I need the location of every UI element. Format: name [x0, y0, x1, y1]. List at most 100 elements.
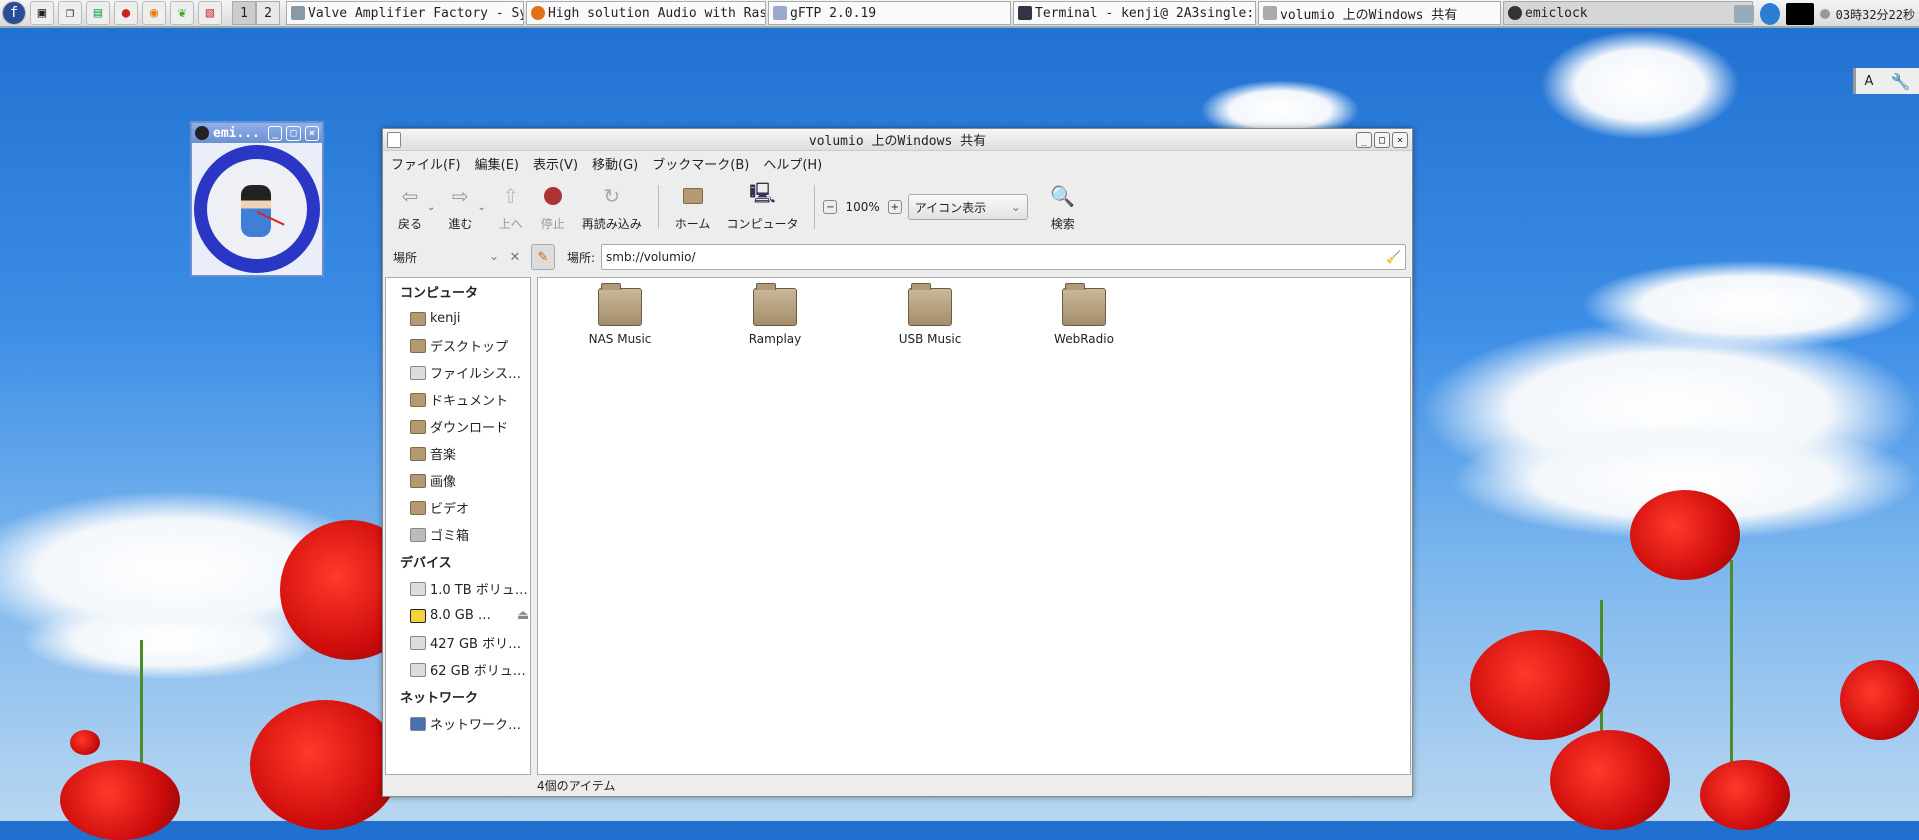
location-bar: 場所 ⌄ ✕ ✎ 場所: smb://volumio/ 🧹 — [383, 239, 1412, 275]
menu-help[interactable]: ヘルプ(H) — [763, 154, 822, 173]
desktop-folder-icon — [410, 338, 426, 353]
swirl-icon[interactable] — [1759, 3, 1780, 25]
computer-icon: 🖳 — [749, 180, 776, 205]
sidebar-item-62gb-volume[interactable]: 62 GB ボリュ… — [386, 656, 530, 683]
maximize-button[interactable]: □ — [286, 125, 301, 141]
home-button[interactable]: ホーム — [667, 177, 719, 237]
location-input[interactable]: smb://volumio/ 🧹 — [601, 244, 1406, 270]
clear-broom-icon[interactable]: 🧹 — [1386, 250, 1401, 264]
firefox-icon — [531, 6, 545, 20]
document-icon[interactable]: ▧ — [198, 1, 222, 25]
task-high-solution-audio[interactable]: High solution Audio with Ras... — [526, 1, 766, 25]
terminal-icon — [1018, 6, 1032, 20]
browser-icon[interactable]: ● — [114, 1, 138, 25]
search-button[interactable]: 🔍 検索 — [1042, 177, 1084, 237]
sidebar-item-label: kenji — [430, 311, 461, 326]
back-button[interactable]: ⇦ 戻る — [389, 177, 431, 237]
reload-button[interactable]: ↻ 再読み込み — [574, 177, 650, 237]
fedora-icon[interactable]: f — [2, 1, 26, 25]
eject-icon[interactable]: ⏏ — [517, 608, 529, 623]
sidebar-type-select[interactable]: 場所 ⌄ — [389, 249, 499, 266]
sidebar-item-1tb-volume[interactable]: 1.0 TB ボリュ… — [386, 575, 530, 602]
zoom-out-button[interactable]: − — [823, 200, 838, 214]
sidebar-item-downloads[interactable]: ダウンロード — [386, 413, 530, 440]
menu-go[interactable]: 移動(G) — [592, 154, 638, 173]
task-emiclock[interactable]: emiclock — [1503, 1, 1753, 25]
toolbar: ⇦ 戻る ⌄ ⇨ 進む ⌄ ⇧ 上へ 停止 ↻ 再読み込み ホーム 🖳 コンピュータ − … — [383, 175, 1412, 239]
taskbar: f ▣ ❐ ▤ ● ◉ ❦ ▧ 1 2 Valve Amplifier Fact… — [0, 0, 1919, 28]
close-button[interactable]: × — [1392, 132, 1408, 148]
clock[interactable]: 03時32分22秒 — [1836, 6, 1915, 23]
network-folder-icon — [753, 283, 797, 326]
sidebar-item-427gb-volume[interactable]: 427 GB ボリ… — [386, 629, 530, 656]
back-history-dropdown[interactable]: ⌄ — [427, 202, 435, 213]
drive-icon — [410, 635, 426, 650]
drive-icon — [410, 365, 426, 380]
sidebar-item-network[interactable]: ネットワーク… — [386, 710, 530, 737]
status-bar: 4個のアイテム — [537, 779, 616, 793]
sidebar-item-kenji[interactable]: kenji — [386, 305, 530, 332]
alarm-icon[interactable] — [1819, 9, 1830, 19]
task-valve-amplifier[interactable]: Valve Amplifier Factory - Sy... — [286, 1, 524, 25]
menu-file[interactable]: ファイル(F) — [391, 154, 461, 173]
forward-history-dropdown[interactable]: ⌄ — [477, 202, 485, 213]
task-gftp[interactable]: gFTP 2.0.19 — [768, 1, 1011, 25]
workspace-2[interactable]: 2 — [256, 1, 280, 25]
folder-label: WebRadio — [1054, 332, 1114, 346]
sidebar-item-8gb-volume[interactable]: 8.0 GB … ⏏ — [386, 602, 530, 629]
workspace-1[interactable]: 1 — [232, 1, 256, 25]
sidebar-item-videos[interactable]: ビデオ — [386, 494, 530, 521]
menu-edit[interactable]: 編集(E) — [475, 154, 519, 173]
computer-button[interactable]: 🖳 コンピュータ — [718, 177, 806, 237]
folder-ramplay[interactable]: Ramplay — [715, 283, 835, 346]
wrench-icon[interactable]: 🔧 — [1891, 72, 1911, 91]
stop-button[interactable]: 停止 — [532, 177, 574, 237]
firefox-icon[interactable]: ◉ — [142, 1, 166, 25]
task-label: volumio 上のWindows 共有 — [1280, 7, 1458, 23]
emiclock-titlebar[interactable]: emi... _ □ × — [192, 123, 322, 143]
zoom-in-button[interactable]: + — [887, 200, 902, 214]
sidebar-item-pictures[interactable]: 画像 — [386, 467, 530, 494]
window-list-icon[interactable]: ❐ — [58, 1, 82, 25]
leaf-icon[interactable]: ❦ — [170, 1, 194, 25]
toggle-location-edit-button[interactable]: ✎ — [531, 244, 555, 270]
view-mode-select[interactable]: アイコン表示 ⌄ — [907, 194, 1028, 220]
minimize-button[interactable]: _ — [1356, 132, 1372, 148]
folder-usb-music[interactable]: USB Music — [870, 283, 990, 346]
location-path: smb://volumio/ — [606, 250, 696, 264]
cpu-monitor-icon[interactable] — [1785, 3, 1814, 25]
app-icon[interactable]: ▣ — [30, 1, 54, 25]
sidebar-item-label: 62 GB ボリュ… — [430, 664, 526, 679]
folder-webradio[interactable]: WebRadio — [1024, 283, 1144, 346]
sidebar-heading-computer: コンピュータ — [400, 286, 479, 301]
close-sidebar-icon[interactable]: ✕ — [505, 250, 525, 265]
task-file-manager[interactable]: volumio 上のWindows 共有 — [1258, 1, 1501, 25]
keyboard-layout-label[interactable]: A — [1865, 74, 1874, 89]
folder-nas-music[interactable]: NAS Music — [560, 283, 680, 346]
location-label: 場所: — [567, 250, 596, 265]
task-label: Terminal - kenji@ 2A3single:... — [1035, 5, 1256, 21]
zoom-level: 100% — [845, 200, 880, 214]
downloads-folder-icon — [410, 419, 426, 434]
sidebar-item-desktop[interactable]: デスクトップ — [386, 332, 530, 359]
menu-bookmarks[interactable]: ブックマーク(B) — [652, 154, 749, 173]
network-icon[interactable] — [1733, 5, 1754, 23]
up-button[interactable]: ⇧ 上へ — [490, 177, 532, 237]
window-menu-icon[interactable] — [387, 132, 401, 148]
terminal-icon[interactable]: ▤ — [86, 1, 110, 25]
task-terminal[interactable]: Terminal - kenji@ 2A3single:... — [1013, 1, 1256, 25]
clock-face — [194, 145, 320, 273]
sidebar-item-label: 1.0 TB ボリュ… — [430, 583, 528, 598]
sidebar-item-filesystem[interactable]: ファイルシス… — [386, 359, 530, 386]
menu-view[interactable]: 表示(V) — [533, 154, 578, 173]
sidebar-item-documents[interactable]: ドキュメント — [386, 386, 530, 413]
forward-button[interactable]: ⇨ 進む — [439, 177, 481, 237]
minimize-button[interactable]: _ — [267, 125, 283, 141]
sidebar-item-music[interactable]: 音楽 — [386, 440, 530, 467]
sidebar-item-trash[interactable]: ゴミ箱 — [386, 521, 530, 548]
maximize-button[interactable]: □ — [1374, 132, 1390, 148]
close-button[interactable]: × — [304, 125, 319, 141]
system-tray: 03時32分22秒 — [1733, 0, 1919, 28]
window-titlebar[interactable]: volumio 上のWindows 共有 _ □ × — [383, 129, 1412, 151]
clock-character-image — [241, 185, 271, 237]
